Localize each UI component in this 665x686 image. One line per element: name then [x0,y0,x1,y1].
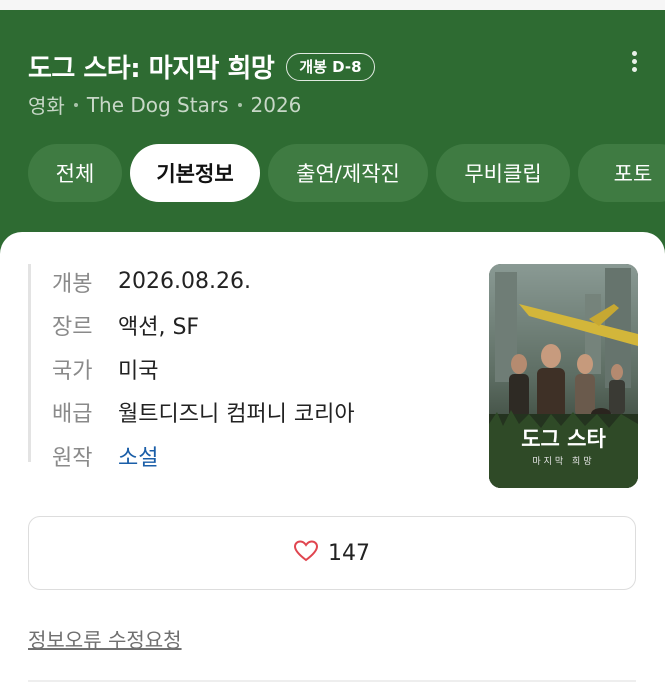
tab-cast-crew[interactable]: 출연/제작진 [268,144,428,202]
info-accent-bar [28,264,31,462]
original-title: The Dog Stars [86,92,229,117]
info-label: 장르 [52,315,93,341]
more-options-icon[interactable] [622,48,646,78]
info-label: 배급 [52,402,93,428]
movie-poster[interactable]: 도그 스타 마지막 희망 [489,264,638,488]
report-error-link[interactable]: 정보오류 수정요청 [28,624,182,653]
tab-bar: 전체 기본정보 출연/제작진 무비클립 포토 [28,144,665,202]
info-list: 개봉 2026.08.26. 장르 액션, SF 국가 미국 배급 월트디즈니 … [52,260,355,478]
like-button[interactable]: 147 [28,516,636,590]
info-row-original-work: 원작 소설 [52,434,355,478]
tab-photos[interactable]: 포토 [578,144,665,202]
divider [28,680,636,682]
info-row-distributor: 배급 월트디즈니 컴퍼니 코리아 [52,391,355,435]
info-label: 원작 [52,445,93,471]
title-row: 도그 스타: 마지막 희망 개봉 D-8 [28,48,375,85]
movie-header: 도그 스타: 마지막 희망 개봉 D-8 영화 The Dog Stars 20… [0,10,665,260]
basic-info-card: 개봉 2026.08.26. 장르 액션, SF 국가 미국 배급 월트디즈니 … [0,232,665,686]
category-label: 영화 [28,94,65,118]
like-count: 147 [328,540,370,566]
tab-all[interactable]: 전체 [28,144,122,202]
movie-title: 도그 스타: 마지막 희망 [28,54,275,84]
poster-subtitle: 마지막 희망 [532,455,594,467]
info-label: 국가 [52,358,93,384]
tab-movie-clips[interactable]: 무비클립 [436,144,570,202]
release-dday-badge: 개봉 D-8 [286,52,375,81]
info-value: 2026.08.26. [118,269,251,295]
heart-outline-icon [293,540,319,566]
top-strip [0,0,665,10]
info-value: 미국 [118,358,159,384]
separator-dot [237,102,242,107]
release-year: 2026 [250,92,302,117]
poster-title: 도그 스타 [521,427,606,451]
separator-dot [73,102,78,107]
tab-basic-info[interactable]: 기본정보 [130,144,260,202]
info-row-release: 개봉 2026.08.26. [52,260,355,304]
info-value: 월트디즈니 컴퍼니 코리아 [118,402,355,428]
info-row-country: 국가 미국 [52,347,355,391]
info-row-genre: 장르 액션, SF [52,304,355,348]
movie-subtitle: 영화 The Dog Stars 2026 [28,90,301,119]
info-label: 개봉 [52,271,93,297]
original-work-link[interactable]: 소설 [118,440,158,472]
info-value: 액션, SF [118,315,200,341]
